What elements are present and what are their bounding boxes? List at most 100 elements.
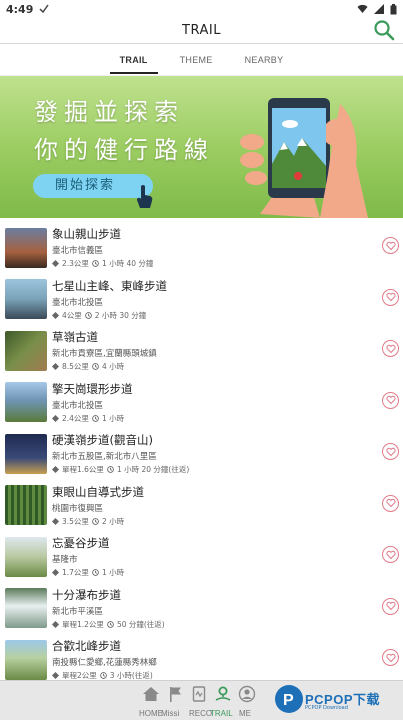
trail-name: 草嶺古道 bbox=[52, 330, 98, 345]
distance-icon bbox=[52, 466, 59, 474]
trail-thumbnail bbox=[5, 536, 47, 577]
watermark-badge: P bbox=[275, 685, 303, 713]
distance-icon bbox=[52, 363, 59, 371]
trail-time: 1 小時 bbox=[101, 568, 125, 578]
trail-name: 合歡北峰步道 bbox=[52, 639, 121, 654]
trail-thumbnail bbox=[5, 227, 47, 268]
nav-me[interactable]: ME bbox=[235, 681, 259, 720]
clock-icon bbox=[107, 620, 114, 628]
trail-area: 臺北市北投區 bbox=[52, 400, 104, 411]
trail-name: 十分瀑布步道 bbox=[52, 587, 121, 602]
search-icon[interactable] bbox=[373, 19, 395, 41]
trail-meta: 2.3公里 1 小時 40 分鐘 bbox=[52, 258, 372, 269]
trail-area: 臺北市北投區 bbox=[52, 297, 104, 308]
trail-time: 1 小時 40 分鐘 bbox=[101, 259, 154, 269]
favorite-heart-icon[interactable] bbox=[382, 340, 399, 357]
notification-check-icon bbox=[39, 4, 49, 14]
trail-thumbnail bbox=[5, 485, 47, 526]
watermark-subtext: PCPOP Download bbox=[305, 705, 348, 711]
trail-distance: 單程1.2公里 bbox=[62, 619, 104, 629]
favorite-heart-icon[interactable] bbox=[382, 237, 399, 254]
record-icon bbox=[192, 686, 206, 702]
distance-icon bbox=[52, 517, 59, 525]
favorite-heart-icon[interactable] bbox=[382, 494, 399, 512]
nav-record[interactable]: RECO bbox=[187, 681, 213, 720]
tab-bar: TRAIL THEME NEARBY bbox=[0, 44, 403, 76]
explore-banner[interactable]: 發掘並探索 你的健行路線 開始探索 bbox=[0, 76, 403, 218]
trail-row[interactable]: 草嶺古道 新北市貢寮區,宜蘭縣頭城鎮 8.5公里 4 小時 bbox=[0, 325, 403, 377]
favorite-heart-icon[interactable] bbox=[382, 288, 399, 306]
trail-time: 2 小時 30 分鐘 bbox=[94, 310, 147, 320]
phone-hand-illustration bbox=[240, 98, 368, 218]
trail-area: 新北市五股區,新北市八里區 bbox=[52, 452, 157, 463]
favorite-heart-icon[interactable] bbox=[382, 597, 399, 615]
trail-row[interactable]: 七星山主峰、東峰步道 臺北市北投區 4公里 2 小時 30 分鐘 bbox=[0, 274, 403, 326]
nav-label: Missi bbox=[161, 709, 180, 718]
watermark-p-icon: P bbox=[283, 692, 294, 709]
trail-thumbnail bbox=[5, 382, 47, 423]
trail-row[interactable]: 擎天崗環形步道 臺北市北投區 2.4公里 1 小時 bbox=[0, 377, 403, 429]
trail-row[interactable]: 東眼山自導式步道 桃園市復興區 3.5公里 2 小時 bbox=[0, 480, 403, 532]
trail-distance: 2.3公里 bbox=[62, 259, 89, 269]
clock-icon bbox=[92, 414, 99, 422]
distance-icon bbox=[52, 260, 59, 268]
distance-icon bbox=[52, 672, 59, 680]
nav-missions[interactable]: Missi bbox=[161, 681, 187, 720]
status-bar: 4:49 bbox=[0, 0, 403, 18]
wifi-icon bbox=[357, 4, 368, 13]
nav-label: ME bbox=[239, 709, 251, 718]
person-icon bbox=[238, 685, 256, 703]
tab-theme[interactable]: THEME bbox=[174, 47, 219, 73]
trail-row[interactable]: 象山親山步道 臺北市信義區 2.3公里 1 小時 40 分鐘 bbox=[0, 222, 403, 274]
tab-nearby[interactable]: NEARBY bbox=[239, 47, 290, 73]
trail-distance: 4公里 bbox=[62, 310, 82, 320]
trail-meta: 1.7公里 1 小時 bbox=[52, 567, 372, 578]
trail-meta: 8.5公里 4 小時 bbox=[52, 361, 372, 372]
signal-icon bbox=[374, 4, 384, 14]
distance-icon bbox=[52, 620, 59, 628]
favorite-heart-icon[interactable] bbox=[382, 649, 399, 666]
favorite-heart-icon[interactable] bbox=[382, 546, 399, 563]
trail-time: 50 分鐘(往返) bbox=[116, 619, 165, 629]
trail-meta: 4公里 2 小時 30 分鐘 bbox=[52, 310, 372, 321]
trail-area: 臺北市信義區 bbox=[52, 246, 104, 257]
trail-row[interactable]: 硬漢嶺步道(觀音山) 新北市五股區,新北市八里區 單程1.6公里 1 小時 20… bbox=[0, 428, 403, 480]
status-time: 4:49 bbox=[6, 2, 34, 16]
trail-area: 新北市平溪區 bbox=[52, 606, 104, 617]
trail-row[interactable]: 十分瀑布步道 新北市平溪區 單程1.2公里 50 分鐘(往返) bbox=[0, 583, 403, 635]
nav-label: RECO bbox=[189, 709, 213, 718]
trail-meta: 單程1.2公里 50 分鐘(往返) bbox=[52, 619, 372, 630]
trail-thumbnail bbox=[5, 639, 47, 680]
trail-distance: 單程1.6公里 bbox=[62, 465, 104, 475]
trail-name: 七星山主峰、東峰步道 bbox=[52, 278, 167, 293]
flag-icon bbox=[170, 687, 181, 702]
trail-distance: 3.5公里 bbox=[62, 516, 89, 526]
favorite-heart-icon[interactable] bbox=[382, 391, 399, 409]
trail-row[interactable]: 忘憂谷步道 基隆市 1.7公里 1 小時 bbox=[0, 531, 403, 583]
clock-icon bbox=[92, 363, 99, 371]
clock-icon bbox=[92, 517, 99, 525]
favorite-heart-icon[interactable] bbox=[382, 443, 399, 460]
trail-meta: 2.4公里 1 小時 bbox=[52, 413, 372, 424]
banner-headline-1: 發掘並探索 bbox=[34, 98, 184, 126]
battery-icon bbox=[390, 3, 397, 14]
nav-label: HOME bbox=[139, 709, 163, 718]
app-header: TRAIL bbox=[0, 18, 403, 44]
trail-name: 擎天崗環形步道 bbox=[52, 381, 133, 396]
distance-icon bbox=[52, 311, 59, 319]
trail-area: 桃園市復興區 bbox=[52, 503, 104, 514]
clock-icon bbox=[92, 569, 99, 577]
trail-time: 1 小時 20 分鐘(往返) bbox=[116, 465, 190, 475]
bottom-nav: HOME Missi RECO TRAIL ME P PCPOP下载 PCPOP… bbox=[0, 680, 403, 720]
nav-home[interactable]: HOME bbox=[139, 681, 163, 720]
map-pin-icon bbox=[215, 686, 231, 701]
clock-icon bbox=[84, 311, 92, 319]
clock-icon bbox=[92, 260, 99, 268]
trail-row[interactable]: 合歡北峰步道 南投縣仁愛鄉,花蓮縣秀林鄉 單程2公里 3 小時(往返) bbox=[0, 634, 403, 686]
tab-trail[interactable]: TRAIL bbox=[109, 47, 158, 74]
trail-distance: 8.5公里 bbox=[62, 362, 89, 372]
trail-time: 2 小時 bbox=[101, 516, 125, 526]
nav-trail[interactable]: TRAIL bbox=[210, 681, 235, 720]
trail-thumbnail bbox=[5, 433, 47, 474]
pointer-hand-icon bbox=[137, 185, 153, 208]
